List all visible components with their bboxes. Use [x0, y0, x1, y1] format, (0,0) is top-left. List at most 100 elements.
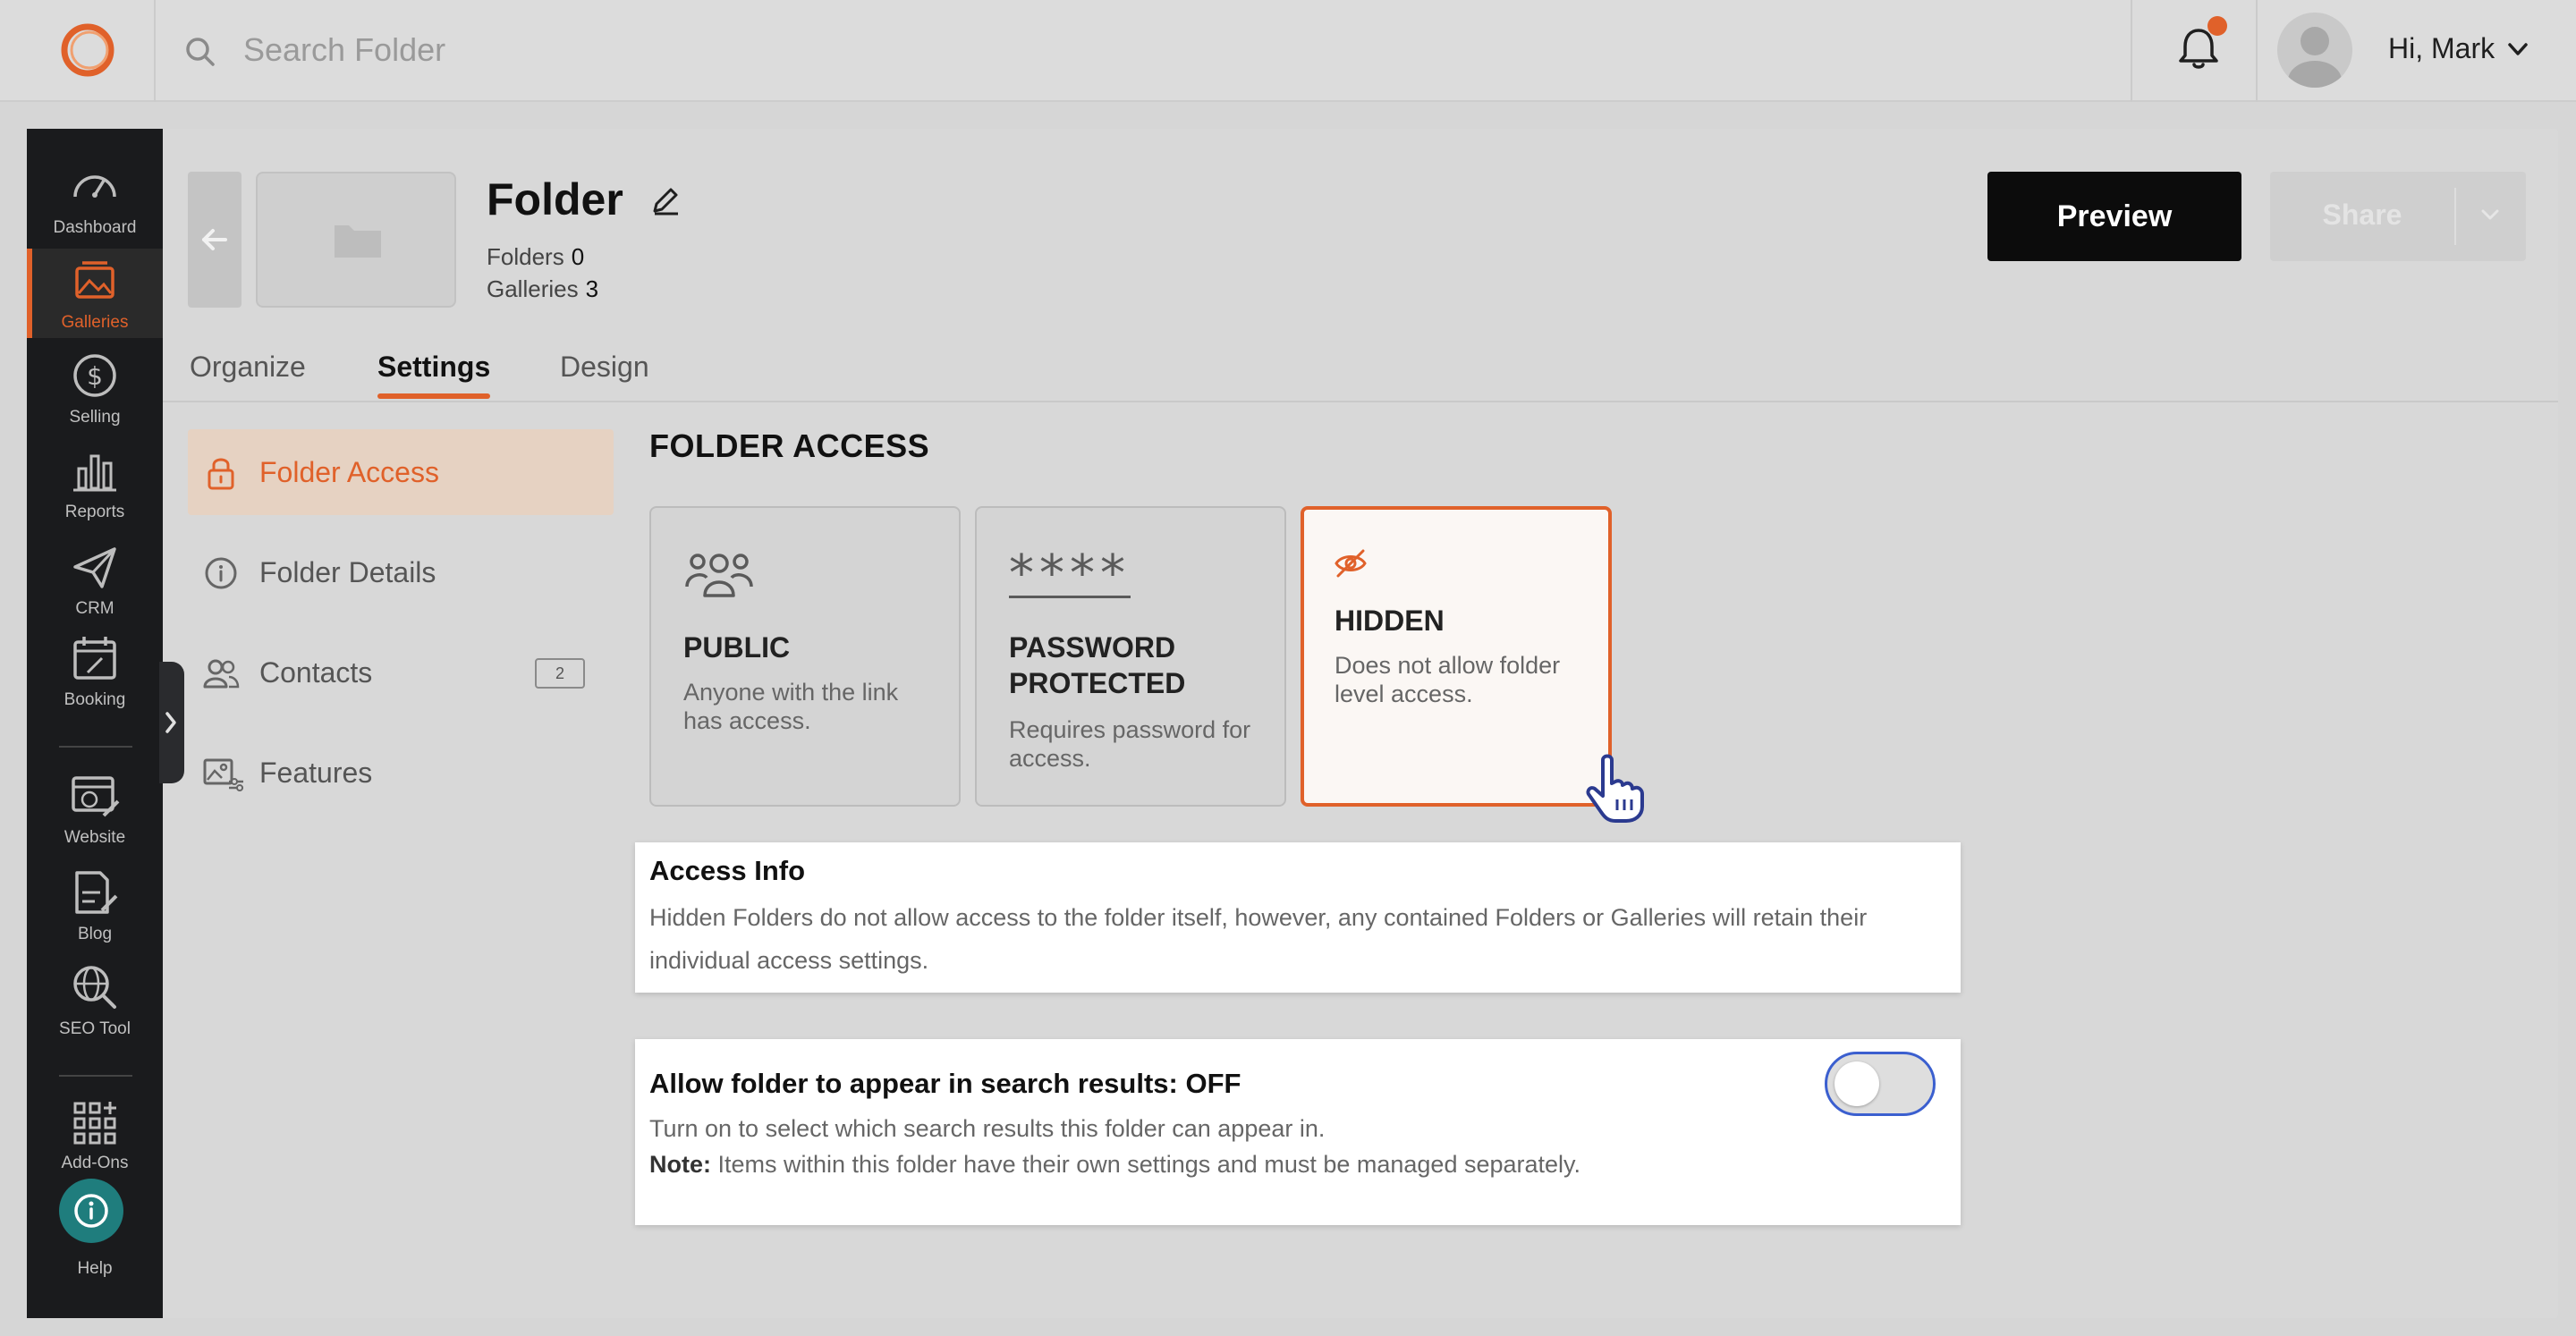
- nav-item-reports[interactable]: Reports: [27, 438, 163, 528]
- nav-label: Dashboard: [53, 218, 137, 237]
- notification-dot: [2207, 16, 2227, 36]
- page-title: Folder: [487, 174, 623, 224]
- nav-item-help[interactable]: Help: [27, 1179, 163, 1295]
- dollar-icon: $: [73, 354, 116, 397]
- nav-label: CRM: [75, 599, 114, 618]
- bar-chart-icon: [73, 454, 116, 492]
- avatar[interactable]: [2277, 13, 2352, 88]
- arrow-left-icon: [202, 229, 227, 250]
- tab-design[interactable]: Design: [560, 351, 649, 384]
- eye-slash-icon: [1335, 549, 1367, 578]
- svg-text:$: $: [87, 361, 103, 391]
- chevron-down-icon[interactable]: [2476, 200, 2504, 229]
- nav-label: Reports: [64, 503, 125, 521]
- people-icon: [685, 554, 753, 597]
- website-icon: [72, 776, 120, 817]
- search-results-note: Note: Items within this folder have thei…: [649, 1146, 1937, 1182]
- paper-plane-icon: [73, 547, 116, 588]
- user-greeting[interactable]: Hi, Mark: [2388, 32, 2495, 65]
- nav-item-seo-tool[interactable]: SEO Tool: [27, 955, 163, 1044]
- nav-item-blog[interactable]: Blog: [27, 860, 163, 950]
- folders-count: Folders 0: [487, 243, 584, 271]
- nav-item-galleries[interactable]: Galleries: [27, 249, 163, 338]
- gallery-icon: [75, 261, 114, 299]
- nav-item-selling[interactable]: $ Selling: [27, 343, 163, 433]
- settings-item-folder-access[interactable]: Folder Access: [188, 429, 614, 515]
- nav-separator: [59, 1075, 132, 1077]
- search-visibility-toggle[interactable]: [1825, 1052, 1936, 1116]
- nav-label: Booking: [64, 690, 126, 709]
- collapse-nav-tab[interactable]: [159, 662, 184, 783]
- share-divider: [2454, 188, 2456, 245]
- search-results-panel: Allow folder to appear in search results…: [635, 1039, 1961, 1225]
- search-icon: [186, 38, 215, 66]
- galleries-value: 3: [585, 275, 599, 302]
- hand-pointer-cursor-icon: [1586, 754, 1644, 823]
- nav-item-add-ons[interactable]: Add-Ons: [27, 1089, 163, 1179]
- seo-globe-icon: [73, 966, 116, 1009]
- access-option-desc: Anyone with the link has access.: [683, 679, 899, 734]
- user-silhouette-icon: [2288, 27, 2342, 88]
- dashboard-icon: [73, 175, 116, 198]
- chevron-right-icon: [165, 712, 176, 733]
- toggle-knob: [1835, 1061, 1879, 1106]
- nav-item-website[interactable]: Website: [27, 764, 163, 853]
- calendar-icon: [73, 637, 116, 680]
- note-text: Items within this folder have their own …: [717, 1151, 1581, 1178]
- nav-label: Selling: [69, 408, 121, 427]
- tab-settings[interactable]: Settings: [377, 351, 490, 384]
- settings-item-folder-details[interactable]: Folder Details: [188, 529, 614, 615]
- settings-item-label: Folder Access: [259, 456, 439, 488]
- search-results-title: Allow folder to appear in search results…: [649, 1068, 1241, 1100]
- contacts-icon: [203, 659, 240, 689]
- settings-item-contacts[interactable]: Contacts 2: [188, 630, 614, 715]
- nav-label: Website: [64, 828, 126, 847]
- blog-icon: [75, 871, 118, 914]
- top-bar: Hi, Mark: [0, 0, 2576, 102]
- settings-item-label: Folder Details: [259, 556, 436, 588]
- add-ons-grid-icon: [73, 1102, 116, 1145]
- search-input[interactable]: [243, 23, 1138, 77]
- access-option-password-protected[interactable]: **** PASSWORD PROTECTED Requires passwor…: [975, 506, 1286, 807]
- brand-logo-icon[interactable]: [55, 20, 120, 80]
- access-option-hidden[interactable]: HIDDEN Does not allow folder level acces…: [1301, 506, 1612, 807]
- nav-label: Blog: [77, 925, 113, 943]
- lock-icon: [208, 458, 234, 490]
- nav-label: Add-Ons: [61, 1154, 129, 1172]
- back-button[interactable]: [188, 172, 242, 308]
- folder-icon: [335, 225, 381, 258]
- topbar-divider: [2256, 0, 2258, 102]
- share-button[interactable]: Share: [2270, 172, 2526, 261]
- password-asterisks-icon: ****: [1009, 545, 1131, 603]
- access-option-title: HIDDEN: [1335, 605, 1445, 637]
- nav-label: Help: [77, 1259, 113, 1278]
- nav-item-dashboard[interactable]: Dashboard: [27, 154, 163, 243]
- access-info-title: Access Info: [649, 855, 806, 886]
- settings-item-features[interactable]: Features: [188, 730, 614, 816]
- access-option-title: PASSWORD PROTECTED: [1009, 631, 1186, 699]
- folder-thumbnail[interactable]: [256, 172, 456, 308]
- search-results-label: Allow folder to appear in search results…: [649, 1068, 1178, 1099]
- access-option-title: PUBLIC: [683, 631, 791, 664]
- left-nav: Dashboard Galleries $ Selling Reports CR…: [27, 129, 163, 1318]
- tab-organize[interactable]: Organize: [190, 351, 306, 384]
- search-results-state: OFF: [1185, 1068, 1241, 1099]
- topbar-divider: [154, 0, 156, 102]
- access-info-text: Hidden Folders do not allow access to th…: [649, 904, 1868, 974]
- topbar-divider: [2131, 0, 2132, 102]
- chevron-down-icon[interactable]: [2504, 36, 2531, 63]
- note-label: Note:: [649, 1151, 711, 1178]
- nav-item-crm[interactable]: CRM: [27, 535, 163, 624]
- search-results-text: Turn on to select which search results t…: [649, 1115, 1326, 1142]
- help-icon: [59, 1179, 123, 1243]
- share-label: Share: [2322, 199, 2402, 231]
- section-title: FOLDER ACCESS: [649, 427, 930, 464]
- access-option-public[interactable]: PUBLIC Anyone with the link has access.: [649, 506, 961, 807]
- folders-value: 0: [571, 243, 585, 270]
- nav-separator: [59, 746, 132, 748]
- pencil-edit-icon[interactable]: [649, 184, 682, 216]
- folders-label: Folders: [487, 243, 564, 270]
- settings-item-label: Contacts: [259, 656, 373, 689]
- nav-item-booking[interactable]: Booking: [27, 626, 163, 715]
- preview-button[interactable]: Preview: [1987, 172, 2241, 261]
